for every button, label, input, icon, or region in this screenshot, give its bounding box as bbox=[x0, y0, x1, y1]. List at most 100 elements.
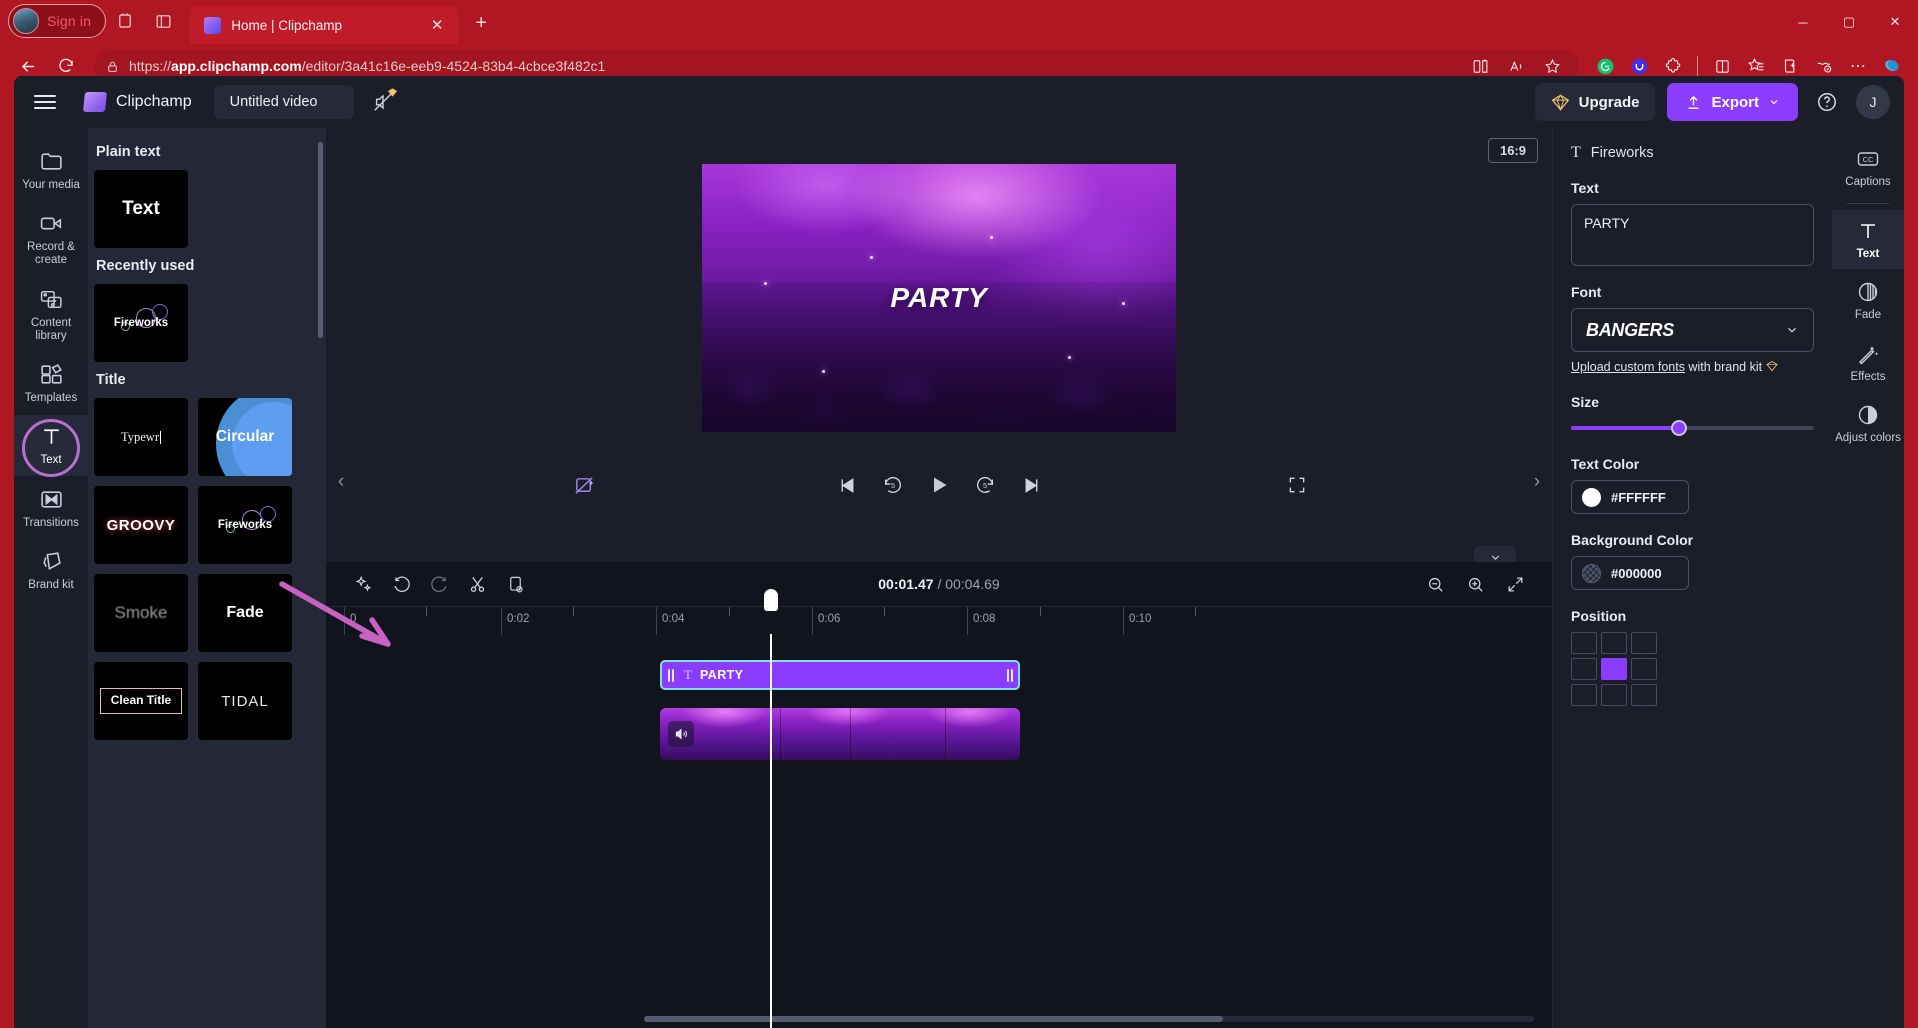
mute-speaker-icon[interactable] bbox=[668, 721, 694, 747]
ai-magic-icon[interactable] bbox=[561, 464, 607, 506]
maximize-icon[interactable]: ▢ bbox=[1826, 0, 1872, 44]
position-cell-top-center[interactable] bbox=[1601, 632, 1627, 654]
highlight-ring bbox=[22, 419, 80, 478]
playhead-knob[interactable] bbox=[764, 589, 778, 611]
fit-to-timeline-icon[interactable] bbox=[1496, 565, 1534, 603]
position-cell-top-left[interactable] bbox=[1571, 632, 1597, 654]
fullscreen-icon[interactable] bbox=[1274, 464, 1320, 506]
play-button[interactable] bbox=[916, 464, 962, 506]
tool-label: Fade bbox=[1854, 309, 1882, 322]
background-color-picker[interactable]: #000000 bbox=[1571, 556, 1689, 590]
ai-suggest-icon[interactable] bbox=[344, 565, 382, 603]
help-icon[interactable] bbox=[1810, 85, 1844, 119]
text-color-picker[interactable]: #FFFFFF bbox=[1571, 480, 1689, 514]
hamburger-menu-icon[interactable] bbox=[28, 85, 62, 119]
clipchamp-favicon bbox=[204, 16, 222, 34]
tool-captions[interactable]: CC Captions bbox=[1832, 138, 1904, 197]
upgrade-button[interactable]: Upgrade bbox=[1534, 83, 1656, 121]
collections-icon[interactable] bbox=[106, 4, 144, 38]
sidebar-item-transitions[interactable]: Transitions bbox=[14, 478, 88, 538]
clip-trim-handle-left[interactable] bbox=[666, 665, 676, 685]
ruler-label: 0:08 bbox=[973, 613, 996, 625]
sidebar-item-record-create[interactable]: Record & create bbox=[14, 202, 88, 275]
text-templates-panel: Plain text Text Recently used Fireworks bbox=[88, 128, 326, 1028]
timeline-horizontal-scrollbar[interactable] bbox=[644, 1016, 1534, 1022]
typing-caret bbox=[160, 430, 161, 444]
skip-to-end-icon[interactable] bbox=[1008, 464, 1054, 506]
template-tile-groovy[interactable]: GROOVY bbox=[94, 486, 188, 564]
profile-avatar bbox=[13, 8, 39, 34]
playhead[interactable] bbox=[764, 589, 778, 1028]
position-cell-top-right[interactable] bbox=[1631, 632, 1657, 654]
template-tile-smoke[interactable]: Smoke bbox=[94, 574, 188, 652]
aspect-ratio-button[interactable]: 16:9 bbox=[1487, 138, 1538, 163]
new-tab-icon[interactable]: + bbox=[464, 6, 498, 40]
template-tile-clean-title[interactable]: Clean Title bbox=[94, 662, 188, 740]
sidebar-item-templates[interactable]: Templates bbox=[14, 353, 88, 413]
sidebar-item-brand-kit[interactable]: Brand kit bbox=[14, 540, 88, 600]
color-swatch bbox=[1582, 563, 1601, 583]
back-5-seconds-icon[interactable]: 5 bbox=[870, 464, 916, 506]
preview-text-overlay[interactable]: PARTY bbox=[702, 282, 1176, 314]
template-tile-tidal[interactable]: TIDAL bbox=[198, 662, 292, 740]
timeline-clip-video[interactable] bbox=[660, 708, 1020, 760]
video-preview[interactable]: PARTY bbox=[702, 164, 1176, 432]
sparkle bbox=[1068, 356, 1071, 359]
user-avatar[interactable]: J bbox=[1856, 85, 1890, 119]
position-cell-middle-center[interactable] bbox=[1601, 658, 1627, 680]
zoom-in-icon[interactable] bbox=[1456, 565, 1494, 603]
template-tile-fireworks-recent[interactable]: Fireworks bbox=[94, 284, 188, 362]
position-cell-middle-right[interactable] bbox=[1631, 658, 1657, 680]
position-cell-bottom-left[interactable] bbox=[1571, 684, 1597, 706]
project-name-input[interactable]: Untitled video bbox=[213, 85, 354, 119]
text-input[interactable]: PARTY bbox=[1571, 204, 1814, 266]
sidebar-item-text[interactable]: Text bbox=[14, 415, 88, 478]
properties-panel: T Fireworks Text PARTY Font BANGERS Uplo… bbox=[1552, 128, 1832, 1028]
undo-icon[interactable] bbox=[382, 565, 420, 603]
position-cell-middle-left[interactable] bbox=[1571, 658, 1597, 680]
slider-thumb[interactable] bbox=[1670, 420, 1687, 436]
template-tile-circular[interactable]: Circular bbox=[198, 398, 292, 476]
tool-text[interactable]: Text bbox=[1832, 210, 1904, 270]
split-scissors-icon[interactable] bbox=[458, 565, 496, 603]
template-tile-text[interactable]: Text bbox=[94, 170, 188, 248]
sidebar-item-content-library[interactable]: Content library bbox=[14, 278, 88, 351]
panel-scrollbar[interactable] bbox=[318, 142, 323, 338]
timeline-tracks[interactable]: T PARTY bbox=[326, 589, 1552, 1028]
sidebar-item-your-media[interactable]: Your media bbox=[14, 140, 88, 200]
brand[interactable]: Clipchamp bbox=[82, 92, 192, 112]
template-tile-typewriter[interactable]: Typewr bbox=[94, 398, 188, 476]
skip-to-start-icon[interactable] bbox=[824, 464, 870, 506]
font-select[interactable]: BANGERS bbox=[1571, 308, 1814, 352]
no-audio-premium-icon[interactable] bbox=[366, 85, 400, 119]
position-cell-bottom-right[interactable] bbox=[1631, 684, 1657, 706]
timeline-ruler[interactable]: 0 0:02 0:04 0:06 0:08 0:10 bbox=[326, 606, 1552, 635]
export-button[interactable]: Export bbox=[1667, 83, 1798, 121]
minimize-icon[interactable]: ─ bbox=[1780, 0, 1826, 44]
forward-5-seconds-icon[interactable]: 5 bbox=[962, 464, 1008, 506]
size-slider[interactable] bbox=[1571, 418, 1814, 438]
template-tile-fade[interactable]: Fade bbox=[198, 574, 292, 652]
close-window-icon[interactable]: ✕ bbox=[1872, 0, 1918, 44]
sign-in-button[interactable]: Sign in bbox=[8, 4, 107, 38]
position-grid bbox=[1571, 632, 1814, 706]
tool-adjust-colors[interactable]: Adjust colors bbox=[1832, 394, 1904, 453]
split-screen-icon[interactable] bbox=[144, 4, 182, 38]
svg-text:5: 5 bbox=[891, 481, 895, 490]
frame-divider bbox=[850, 708, 851, 760]
ruler-tick bbox=[812, 607, 813, 635]
tool-effects[interactable]: Effects bbox=[1832, 333, 1904, 392]
clip-trim-handle-right[interactable] bbox=[1005, 665, 1015, 685]
browser-tab-active[interactable]: Home | Clipchamp ✕ bbox=[190, 6, 459, 44]
duplicate-icon[interactable] bbox=[496, 565, 534, 603]
redo-icon[interactable] bbox=[420, 565, 458, 603]
zoom-out-icon[interactable] bbox=[1416, 565, 1454, 603]
close-tab-icon[interactable]: ✕ bbox=[426, 16, 448, 34]
position-cell-bottom-center[interactable] bbox=[1601, 684, 1627, 706]
timeline-toolbar: 00:01.47 / 00:04.69 bbox=[326, 562, 1552, 606]
template-tile-fireworks[interactable]: Fireworks bbox=[198, 486, 292, 564]
position-label: Position bbox=[1571, 608, 1627, 624]
timeline-clip-text[interactable]: T PARTY bbox=[660, 660, 1020, 690]
upload-custom-fonts-link[interactable]: Upload custom fonts bbox=[1571, 360, 1685, 374]
tool-fade[interactable]: Fade bbox=[1832, 271, 1904, 330]
